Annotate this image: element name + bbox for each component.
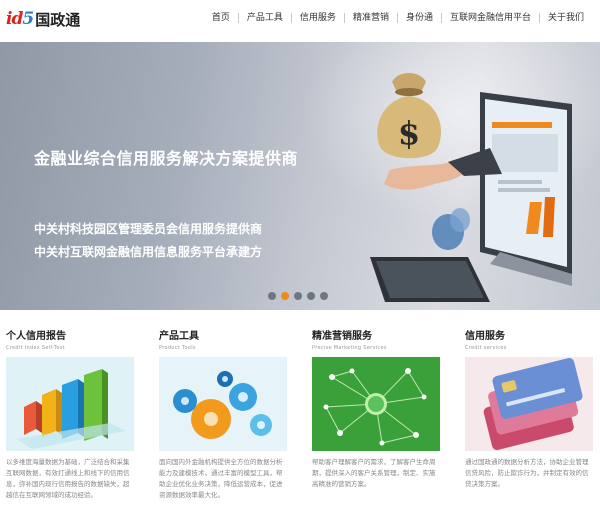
carousel-dot[interactable] (268, 292, 276, 300)
nav-item-precise-marketing[interactable]: 精准营销 (345, 9, 397, 27)
nav-item-about[interactable]: 关于我们 (540, 9, 592, 27)
disc-icon (450, 208, 470, 232)
card-title[interactable]: 产品工具 (159, 330, 291, 343)
credit-card-icon (465, 357, 593, 451)
nav-item-home[interactable]: 首页 (204, 9, 238, 27)
nav-item-identity[interactable]: 身份通 (398, 9, 441, 27)
card-image-gears[interactable] (159, 357, 287, 451)
gears-icon (159, 357, 287, 451)
money-bag-icon: $ (377, 73, 442, 159)
main-nav: 首页 产品工具 信用服务 精准营销 身份通 互联网金融信用平台 关于我们 (204, 9, 592, 27)
card-personal-credit: 个人信用报告 Credit Index Self-Test 以多维度海量数据为基… (6, 330, 138, 512)
card-title[interactable]: 精准营销服务 (312, 330, 444, 343)
card-description: 通过国政通的数据分析方法，协助企业管理信贷风险，防止欺诈行为，并制定有效的信贷决… (465, 458, 589, 488)
card-image-bar-chart[interactable] (6, 357, 134, 451)
keyboard-icon (370, 257, 490, 302)
card-product-tools: 产品工具 Product Tools 面向国内外金融机构提供全方位的数据分析能力… (159, 330, 291, 512)
logo-mark: id5 (6, 9, 34, 29)
site-logo[interactable]: id5 国政通 (6, 6, 80, 32)
dollar-icon: $ (398, 114, 420, 152)
nav-item-credit-services[interactable]: 信用服务 (292, 9, 344, 27)
carousel-dot[interactable] (320, 292, 328, 300)
card-subtitle: Precise Marketing Services (312, 345, 387, 351)
site-header: id5 国政通 首页 产品工具 信用服务 精准营销 身份通 互联网金融信用平台 … (0, 0, 600, 38)
banner-subtitle-1: 中关村科技园区管理委员会信用服务提供商 (34, 222, 263, 236)
carousel-dot-active[interactable] (281, 292, 289, 300)
logo-text: 国政通 (35, 10, 81, 29)
card-title[interactable]: 信用服务 (465, 330, 597, 343)
card-title[interactable]: 个人信用报告 (6, 330, 138, 343)
card-image-network[interactable] (312, 357, 440, 451)
monitor-icon (480, 92, 572, 286)
nav-item-fintech-platform[interactable]: 互联网金融信用平台 (442, 9, 539, 27)
card-description: 面向国内外金融机构提供全方位的数据分析能力及建模技术，通过丰富的模型工具，帮助企… (159, 458, 283, 499)
carousel-dot[interactable] (307, 292, 315, 300)
card-description: 以多维度海量数据为基础，广泛结合和采集互联网数据，有效打通线上和线下的信用信息，… (6, 458, 130, 499)
carousel-dots (268, 292, 328, 300)
banner-illustration: $ (370, 73, 572, 302)
card-subtitle: Product Tools (159, 345, 196, 351)
card-subtitle: Credit services (465, 345, 507, 351)
card-description: 帮助客户理解客户的需求，了解客户生命周期，提供深入的客户关系管理，制定、实施高精… (312, 458, 436, 488)
carousel-dot[interactable] (294, 292, 302, 300)
network-icon (312, 357, 440, 451)
card-image-credit-cards[interactable] (465, 357, 593, 451)
card-credit-services: 信用服务 Credit services 通过国政通的数据分析方法，协助企业管理… (465, 330, 597, 512)
banner-subtitle-2: 中关村互联网金融信用信息服务平台承建方 (34, 245, 263, 259)
services-section: 个人信用报告 Credit Index Self-Test 以多维度海量数据为基… (0, 330, 600, 512)
card-precise-marketing: 精准营销服务 Precise Marketing Services 帮助客户理解… (312, 330, 444, 512)
hero-banner[interactable]: 金融业综合信用服务解决方案提供商 中关村科技园区管理委员会信用服务提供商 中关村… (0, 42, 600, 310)
nav-item-products[interactable]: 产品工具 (239, 9, 291, 27)
bar-chart-icon (6, 357, 134, 451)
card-subtitle: Credit Index Self-Test (6, 345, 65, 351)
banner-title: 金融业综合信用服务解决方案提供商 (34, 149, 299, 168)
